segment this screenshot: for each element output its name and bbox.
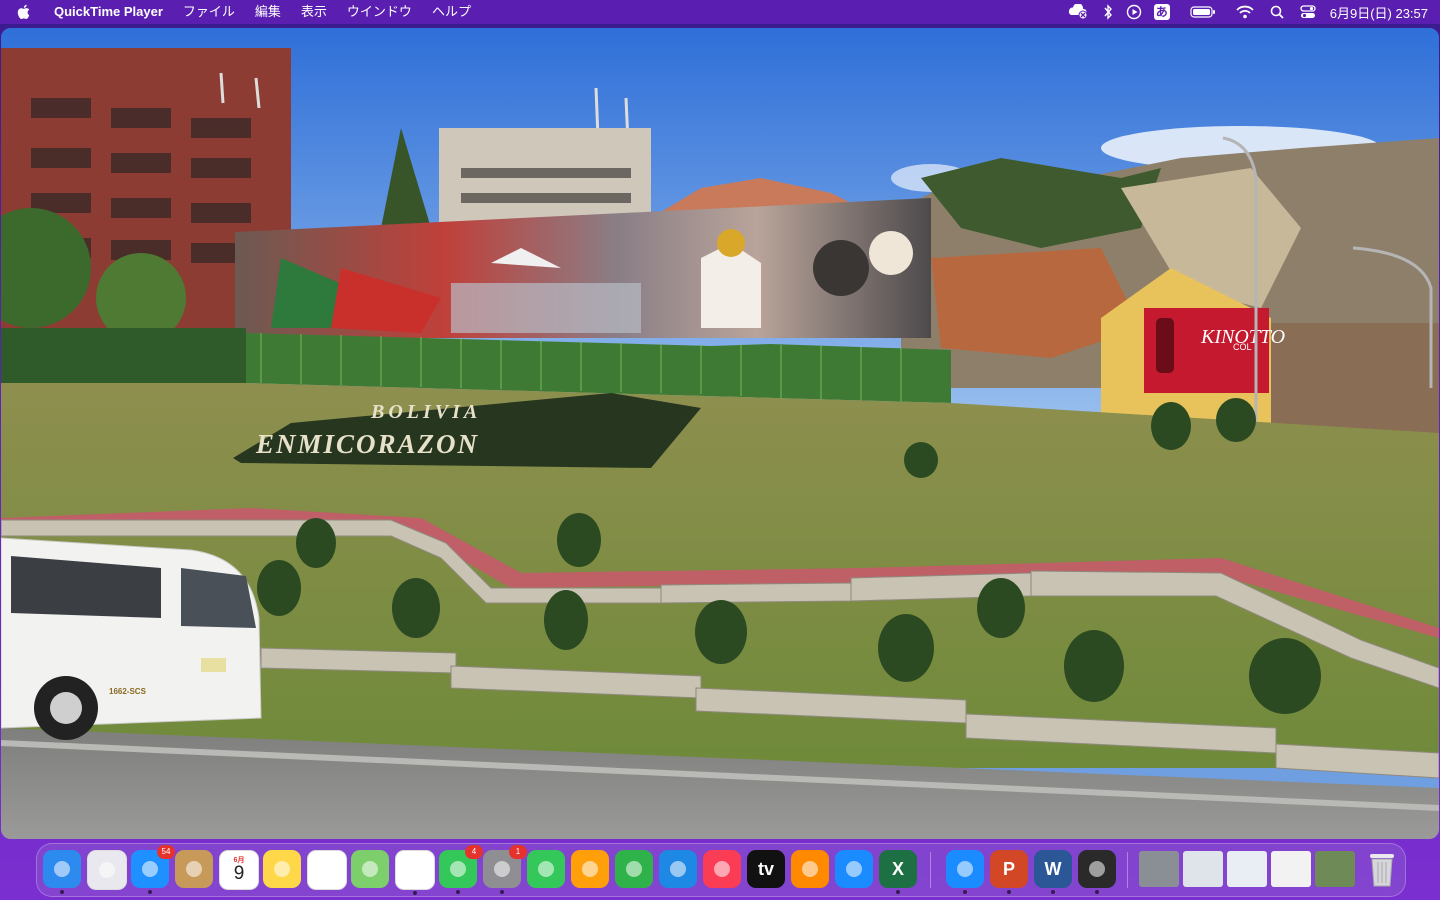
notification-badge: 4 (465, 845, 483, 859)
menu-view[interactable]: 表示 (291, 0, 337, 24)
tv-label: tv (757, 859, 774, 879)
settings-icon-glyph (494, 861, 510, 877)
running-indicator (148, 890, 152, 894)
running-indicator (500, 890, 504, 894)
sign-line-2: ENMICORAZON (255, 429, 479, 459)
photos-icon[interactable] (395, 850, 435, 895)
billboard-subtext: COL (1233, 342, 1252, 352)
notification-badge: 1 (509, 845, 527, 859)
menu-file[interactable]: ファイル (173, 0, 245, 24)
safari-icon-glyph (957, 861, 973, 877)
menu-bar: QuickTime Player ファイル 編集 表示 ウインドウ ヘルプ あ (0, 0, 1440, 24)
maps-icon[interactable] (351, 850, 389, 888)
reminders-icon-glyph (319, 862, 335, 878)
music-icon[interactable] (703, 850, 741, 888)
maps-icon-glyph (362, 861, 378, 877)
control-center-icon[interactable] (1300, 0, 1316, 24)
running-indicator (896, 890, 900, 894)
reminders-icon[interactable] (307, 850, 347, 890)
running-indicator (1007, 890, 1011, 894)
tv-icon[interactable]: tv (747, 850, 785, 888)
running-indicator (1051, 890, 1055, 894)
powerpoint-label: P (1002, 859, 1015, 879)
word-label: W (1044, 859, 1062, 879)
menu-clock[interactable]: 6月9日(日) 23:57 (1330, 3, 1428, 22)
running-indicator (413, 891, 417, 895)
screen-sharing-icon[interactable] (1068, 0, 1090, 24)
minimized-window-thumbnail[interactable] (1183, 851, 1223, 887)
minimized-window-thumbnail[interactable] (1271, 851, 1311, 887)
messages-icon[interactable]: 4 (439, 845, 483, 894)
quicktime-icon-glyph (1089, 861, 1105, 877)
settings-icon[interactable]: 1 (483, 845, 527, 894)
books-icon-glyph (802, 861, 818, 877)
facetime-icon-glyph (538, 861, 554, 877)
running-indicator (456, 890, 460, 894)
running-indicator (1095, 890, 1099, 894)
sign-line-1: BOLIVIA (370, 401, 481, 423)
dock-separator (1127, 852, 1128, 888)
notes-icon[interactable] (263, 850, 301, 888)
app-store-icon[interactable] (835, 850, 873, 888)
running-indicator (60, 890, 64, 894)
search-icon[interactable] (1270, 0, 1284, 24)
input-method-icon[interactable]: あ (1153, 0, 1170, 24)
notification-badge: 54 (157, 845, 175, 859)
photos-icon-glyph (407, 862, 423, 878)
apple-menu-icon[interactable] (14, 0, 34, 24)
pages-icon[interactable] (571, 850, 609, 888)
pages-icon-glyph (582, 861, 598, 877)
input-method-label: あ (1153, 4, 1170, 20)
app-store-icon-glyph (846, 861, 862, 877)
wifi-icon[interactable] (1236, 0, 1254, 24)
books-icon[interactable] (791, 850, 829, 888)
bluetooth-icon[interactable] (1102, 0, 1114, 24)
dock: 54 6月 9 4 1 tv X P W (36, 843, 1406, 897)
safari-icon[interactable] (946, 850, 984, 894)
excel-label: X (891, 859, 904, 879)
notes-icon-glyph (274, 861, 290, 877)
finder-icon[interactable] (43, 850, 81, 894)
contacts-icon[interactable] (175, 850, 213, 888)
word-icon[interactable]: W (1034, 850, 1072, 894)
keynote-icon-glyph (670, 861, 686, 877)
quicktime-icon[interactable] (1078, 850, 1116, 894)
contacts-icon-glyph (186, 861, 202, 877)
menu-window[interactable]: ウインドウ (337, 0, 422, 24)
trash-icon[interactable] (1363, 850, 1401, 888)
finder-icon-glyph (54, 861, 70, 877)
music-icon-glyph (714, 861, 730, 877)
launchpad-icon-glyph (99, 862, 115, 878)
keynote-icon[interactable] (659, 850, 697, 888)
calendar-icon[interactable]: 6月 9 (219, 850, 259, 890)
minimized-window-thumbnail[interactable] (1227, 851, 1267, 887)
van-plate: 1662-SCS (109, 687, 147, 696)
numbers-icon-glyph (626, 861, 642, 877)
menu-app-name[interactable]: QuickTime Player (48, 0, 173, 24)
battery-icon[interactable] (1190, 0, 1216, 24)
calendar-day: 9 (233, 863, 245, 884)
running-indicator (963, 890, 967, 894)
mail-icon-glyph (142, 861, 158, 877)
trash-can-glyph (1370, 854, 1394, 887)
launchpad-icon[interactable] (87, 850, 127, 890)
menu-edit[interactable]: 編集 (245, 0, 291, 24)
dock-separator (930, 852, 931, 888)
minimized-window-thumbnail[interactable] (1315, 851, 1355, 887)
numbers-icon[interactable] (615, 850, 653, 888)
play-circle-icon[interactable] (1126, 0, 1142, 24)
excel-icon[interactable]: X (879, 850, 917, 894)
facetime-icon[interactable] (527, 850, 565, 888)
video-frame: KINOTTO COL BOLIVIA ENMICORAZON 1662-SCS (1, 28, 1439, 839)
mail-icon[interactable]: 54 (131, 845, 175, 894)
video-player-window[interactable]: KINOTTO COL BOLIVIA ENMICORAZON 1662-SCS (1, 28, 1439, 839)
powerpoint-icon[interactable]: P (990, 850, 1028, 894)
minimized-window-thumbnail[interactable] (1139, 851, 1179, 887)
menu-help[interactable]: ヘルプ (422, 0, 481, 24)
white-van: 1662-SCS (1, 537, 262, 740)
messages-icon-glyph (450, 861, 466, 877)
